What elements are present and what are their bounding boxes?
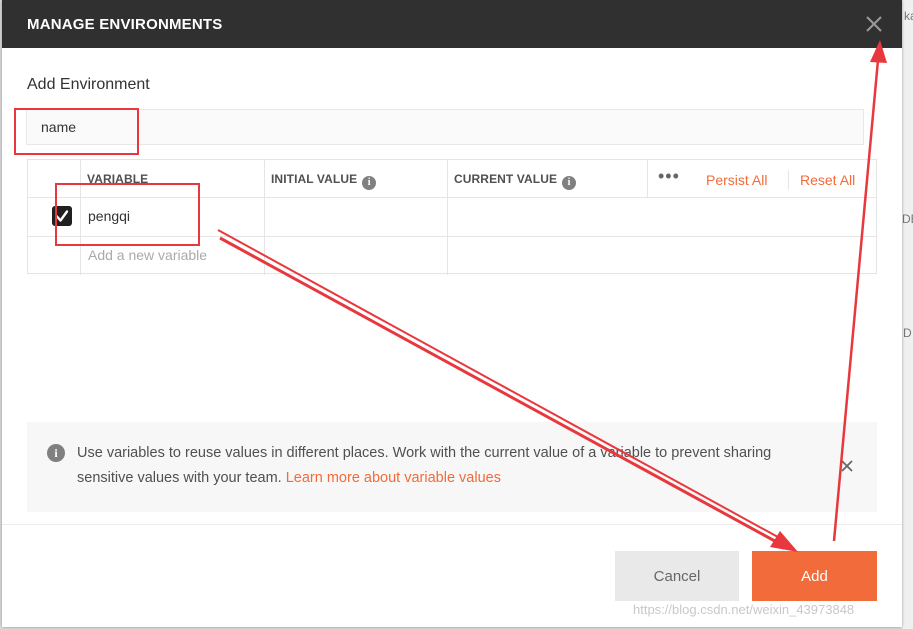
annotation-arrows	[217, 40, 887, 552]
